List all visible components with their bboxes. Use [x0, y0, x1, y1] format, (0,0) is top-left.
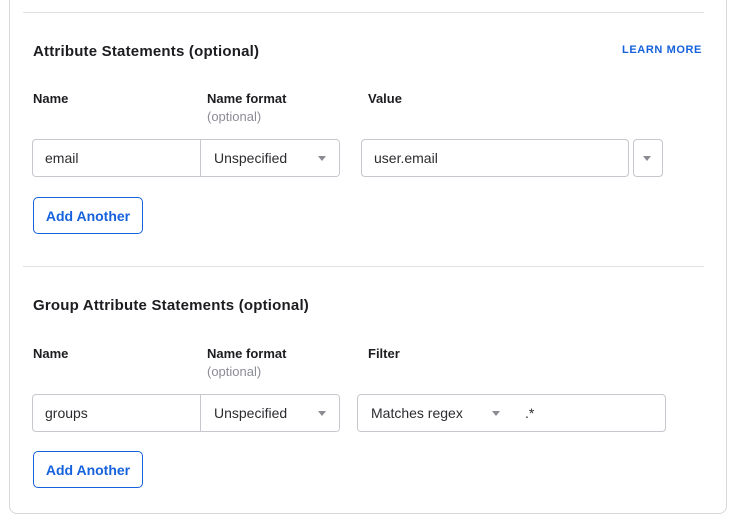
- attribute-name-group: Unspecified: [32, 139, 340, 177]
- section-divider: [23, 12, 704, 13]
- group-name-format-select[interactable]: Unspecified: [200, 395, 339, 431]
- chevron-down-icon: [318, 156, 326, 161]
- attribute-statements-title: Attribute Statements (optional): [33, 43, 259, 60]
- group-name-group: Unspecified: [32, 394, 340, 432]
- attribute-value-dropdown-button[interactable]: [633, 139, 663, 177]
- attribute-name-format-value: Unspecified: [214, 150, 287, 166]
- group-attribute-statements-title: Group Attribute Statements (optional): [33, 297, 309, 314]
- saml-settings-card: Attribute Statements (optional) LEARN MO…: [9, 0, 727, 514]
- chevron-down-icon: [318, 411, 326, 416]
- column-header-name: Name: [33, 346, 68, 361]
- add-another-group-attribute-button[interactable]: Add Another: [33, 451, 143, 488]
- group-filter-value-input[interactable]: [513, 395, 665, 431]
- group-filter-group: Matches regex: [357, 394, 666, 432]
- column-header-value: Value: [368, 91, 402, 106]
- section-divider: [23, 266, 704, 267]
- column-header-filter: Filter: [368, 346, 400, 361]
- add-another-attribute-button[interactable]: Add Another: [33, 197, 143, 234]
- chevron-down-icon: [643, 156, 651, 161]
- column-header-name-format-optional: (optional): [207, 364, 261, 379]
- group-name-input[interactable]: [33, 395, 200, 431]
- column-header-name-format: Name format: [207, 91, 286, 106]
- column-header-name-format-optional: (optional): [207, 109, 261, 124]
- column-header-name: Name: [33, 91, 68, 106]
- group-filter-type-value: Matches regex: [371, 405, 463, 421]
- group-filter-type-select[interactable]: Matches regex: [358, 395, 513, 431]
- attribute-value-input[interactable]: [361, 139, 629, 177]
- group-name-format-value: Unspecified: [214, 405, 287, 421]
- learn-more-link[interactable]: LEARN MORE: [622, 44, 702, 56]
- attribute-name-format-select[interactable]: Unspecified: [200, 140, 339, 176]
- chevron-down-icon: [492, 411, 500, 416]
- column-header-name-format: Name format: [207, 346, 286, 361]
- attribute-name-input[interactable]: [33, 140, 200, 176]
